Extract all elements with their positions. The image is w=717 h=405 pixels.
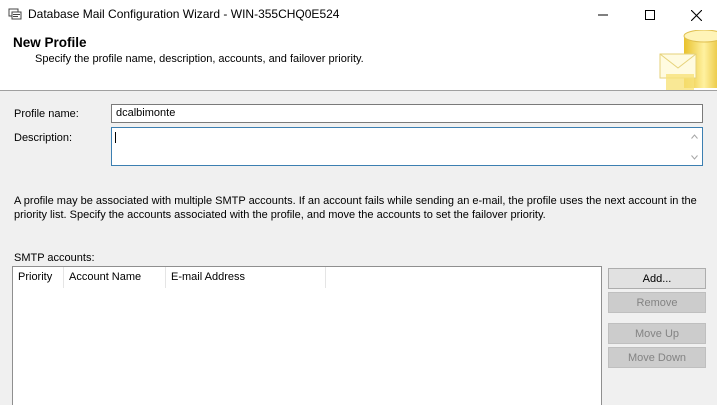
page-title: New Profile (13, 35, 87, 50)
description-input[interactable] (111, 127, 703, 166)
scroll-up-icon[interactable] (690, 132, 699, 141)
app-icon (8, 8, 22, 20)
smtp-accounts-label: SMTP accounts: (14, 252, 95, 264)
maximize-icon (645, 10, 655, 20)
maximize-button[interactable] (627, 0, 673, 30)
column-header-priority[interactable]: Priority (13, 267, 64, 288)
close-button[interactable] (673, 0, 717, 30)
profile-name-input[interactable]: dcalbimonte (111, 104, 703, 123)
text-caret (115, 132, 116, 143)
wizard-header: New Profile Specify the profile name, de… (0, 30, 717, 91)
scroll-down-icon[interactable] (690, 153, 699, 162)
column-header-account-name[interactable]: Account Name (64, 267, 166, 288)
window-title: Database Mail Configuration Wizard - WIN… (28, 7, 340, 21)
remove-account-button[interactable]: Remove (608, 292, 706, 313)
title-bar: Database Mail Configuration Wizard - WIN… (0, 0, 717, 30)
move-up-button[interactable]: Move Up (608, 323, 706, 344)
smtp-accounts-list[interactable]: Priority Account Name E-mail Address (12, 266, 602, 405)
database-mail-logo-icon (659, 30, 717, 90)
page-subtitle: Specify the profile name, description, a… (35, 53, 364, 65)
column-header-email-address[interactable]: E-mail Address (166, 267, 326, 288)
minimize-button[interactable] (580, 0, 626, 30)
description-label: Description: (14, 132, 73, 144)
add-account-button[interactable]: Add... (608, 268, 706, 289)
info-text: A profile may be associated with multipl… (14, 195, 697, 221)
move-down-button[interactable]: Move Down (608, 347, 706, 368)
profile-name-value: dcalbimonte (116, 107, 176, 119)
minimize-icon (598, 14, 608, 16)
profile-name-label: Profile name: (14, 108, 79, 120)
close-icon (690, 9, 702, 21)
